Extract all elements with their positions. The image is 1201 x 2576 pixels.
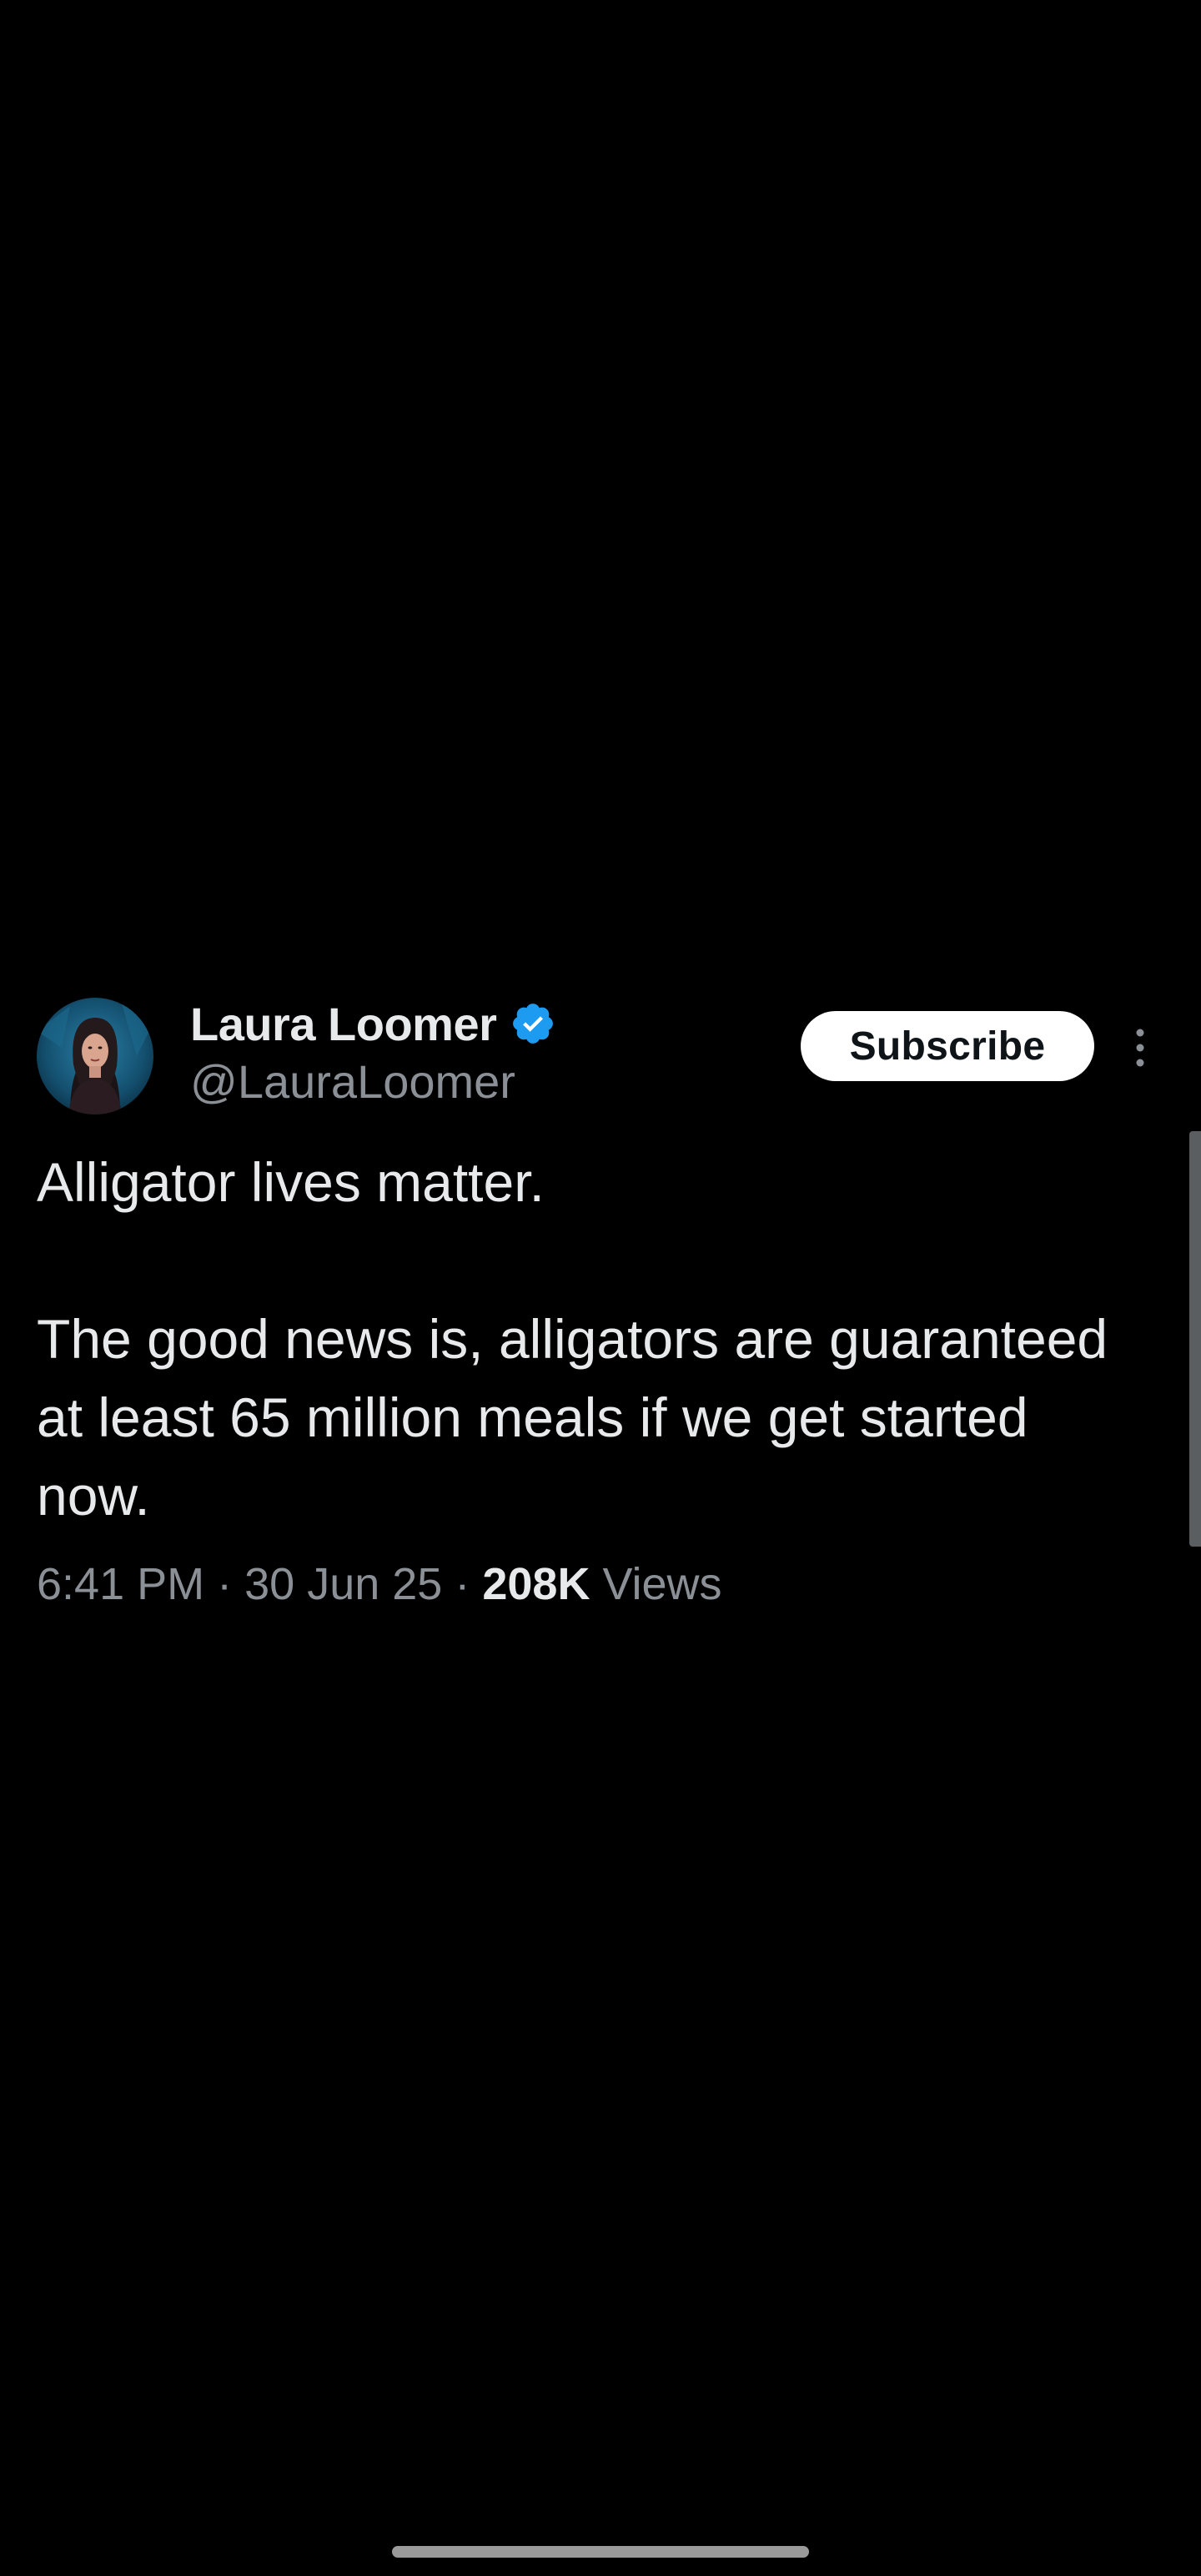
verified-badge-icon[interactable] [510,1000,556,1047]
tweet-text: Alligator lives matter. The good news is… [37,1143,1121,1535]
views-label: Views [602,1559,722,1609]
avatar-image [37,998,153,1114]
author-display-name[interactable]: Laura Loomer [190,997,497,1051]
subscribe-button[interactable]: Subscribe [801,1011,1094,1081]
views-count[interactable]: 208K [482,1559,590,1609]
scrollbar[interactable] [1189,1131,1201,1547]
more-options-icon[interactable] [1128,1024,1153,1071]
meta-separator: · [217,1559,233,1609]
meta-separator: · [455,1559,470,1609]
home-indicator[interactable] [392,2546,809,2558]
tweet-text-line-1: Alligator lives matter. [37,1151,545,1213]
tweet-text-line-2: The good news is, alligators are guarant… [37,1308,1108,1527]
avatar[interactable] [37,998,153,1114]
author-handle[interactable]: @LauraLoomer [190,1054,515,1109]
author-name-row: Laura Loomer [190,994,556,1053]
tweet-time[interactable]: 6:41 PM [37,1559,204,1609]
tweet-date[interactable]: 30 Jun 25 [244,1559,442,1609]
tweet-metadata: 6:41 PM · 30 Jun 25 · 208K Views [37,1558,722,1610]
